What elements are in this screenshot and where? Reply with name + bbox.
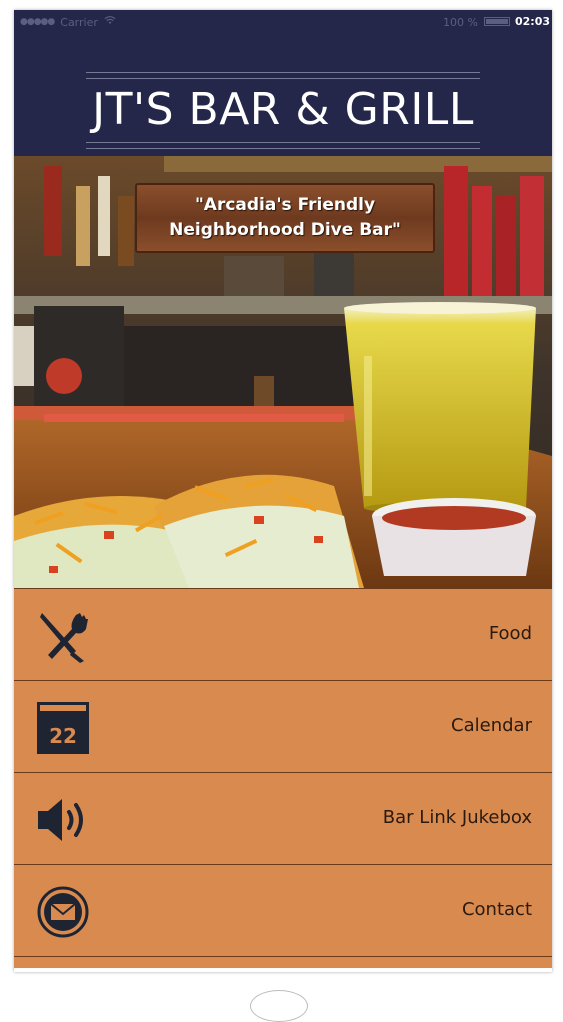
signal-indicator: ●●●●● xyxy=(20,17,55,27)
menu-item-label: Food xyxy=(488,623,532,644)
envelope-icon xyxy=(37,886,89,938)
battery-percent: 100 % xyxy=(443,16,478,29)
main-menu: Food 22 Calendar Bar Link Jukebox Contac… xyxy=(14,588,552,968)
menu-item-food[interactable]: Food xyxy=(14,588,552,680)
carrier-label: Carrier xyxy=(60,15,98,29)
menu-item-label: Bar Link Jukebox xyxy=(382,807,532,828)
menu-item-jukebox[interactable]: Bar Link Jukebox xyxy=(14,772,552,864)
header-rule xyxy=(86,142,480,143)
tagline-line-1: "Arcadia's Friendly xyxy=(194,195,376,215)
home-button[interactable] xyxy=(250,990,308,1022)
tagline-sign: "Arcadia's Friendly Neighborhood Dive Ba… xyxy=(135,183,435,253)
header-rule xyxy=(86,72,480,73)
menu-item-partial xyxy=(14,956,552,968)
clock: 02:03 xyxy=(514,15,550,28)
header-rule xyxy=(86,78,480,79)
battery-icon xyxy=(484,17,510,26)
speaker-icon xyxy=(38,799,83,841)
calendar-day: 22 xyxy=(49,724,77,748)
status-bar: ●●●●● Carrier 100 % 02:03 xyxy=(14,10,552,34)
fork-knife-icon xyxy=(40,613,88,663)
wifi-icon xyxy=(104,16,116,28)
menu-item-calendar[interactable]: 22 Calendar xyxy=(14,680,552,772)
hero-image: "Arcadia's Friendly Neighborhood Dive Ba… xyxy=(14,156,552,588)
menu-item-contact[interactable]: Contact xyxy=(14,864,552,956)
app-header: JT'S BAR & GRILL xyxy=(14,34,552,156)
tagline-line-2: Neighborhood Dive Bar" xyxy=(169,220,401,240)
calendar-icon: 22 xyxy=(37,702,89,754)
menu-item-label: Contact xyxy=(461,899,532,920)
app-screen: ●●●●● Carrier 100 % 02:03 JT'S BAR & GRI… xyxy=(14,10,552,972)
header-rule xyxy=(86,148,480,149)
menu-item-label: Calendar xyxy=(451,715,532,736)
page-title: JT'S BAR & GRILL xyxy=(92,84,474,135)
